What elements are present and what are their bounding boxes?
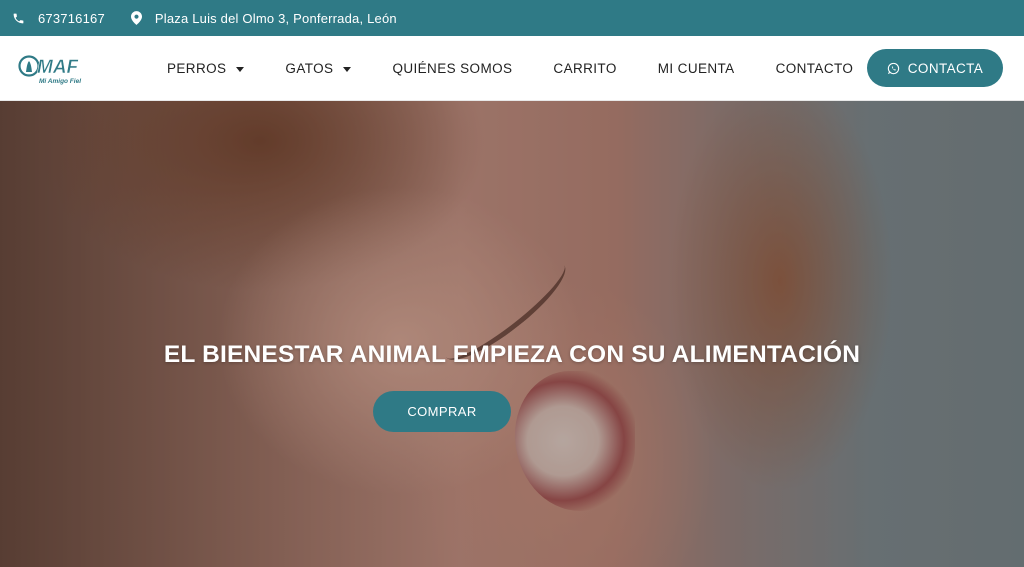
address-text: Plaza Luis del Olmo 3, Ponferrada, León [154,10,397,26]
caret-down-icon [343,67,352,72]
comprar-button[interactable]: COMPRAR [373,391,511,432]
comprar-button-label: COMPRAR [407,404,477,419]
phone-number: 673716167 [38,10,105,26]
nav-item-carrito[interactable]: CARRITO [553,61,616,76]
hero-banner: EL BIENESTAR ANIMAL EMPIEZA CON SU ALIME… [0,101,1024,567]
nav-item-label: CARRITO [553,61,617,76]
nav-item-gatos[interactable]: GATOS [285,61,352,76]
nav-item-label: PERROS [167,61,227,76]
site-header: MAF Mi Amigo Fiel PERROS GATOS QUIÉNES S… [0,36,1024,101]
nav-item-perros[interactable]: PERROS [167,61,245,76]
contacta-button-label: CONTACTA [907,60,984,76]
logo-text: MAF [37,57,80,78]
map-marker-icon [130,11,142,25]
hero-title: EL BIENESTAR ANIMAL EMPIEZA CON SU ALIME… [163,341,861,368]
whatsapp-icon [887,62,899,74]
nav-item-label: MI CUENTA [657,61,735,76]
nav-item-mi-cuenta[interactable]: MI CUENTA [658,61,735,76]
logo-tagline: Mi Amigo Fiel [39,78,81,85]
hero-photo-overlay [0,101,1024,567]
nav-item-quienes-somos[interactable]: QUIÉNES SOMOS [392,61,512,76]
phone-item[interactable]: 673716167 [12,11,105,26]
nav-item-contacto[interactable]: CONTACTO [776,61,854,76]
main-navigation: PERROS GATOS QUIÉNES SOMOS CARRITO MI CU… [167,36,894,101]
phone-icon [13,13,24,23]
nav-item-label: QUIÉNES SOMOS [392,61,513,76]
nav-item-label: GATOS [285,61,334,76]
top-info-bar: 673716167 Plaza Luis del Olmo 3, Ponferr… [0,0,1024,36]
caret-down-icon [236,67,245,72]
address-item[interactable]: Plaza Luis del Olmo 3, Ponferrada, León [130,10,397,26]
site-logo[interactable]: MAF Mi Amigo Fiel [18,52,98,86]
nav-item-label: CONTACTO [775,61,854,76]
contacta-button[interactable]: CONTACTA [867,49,1003,87]
